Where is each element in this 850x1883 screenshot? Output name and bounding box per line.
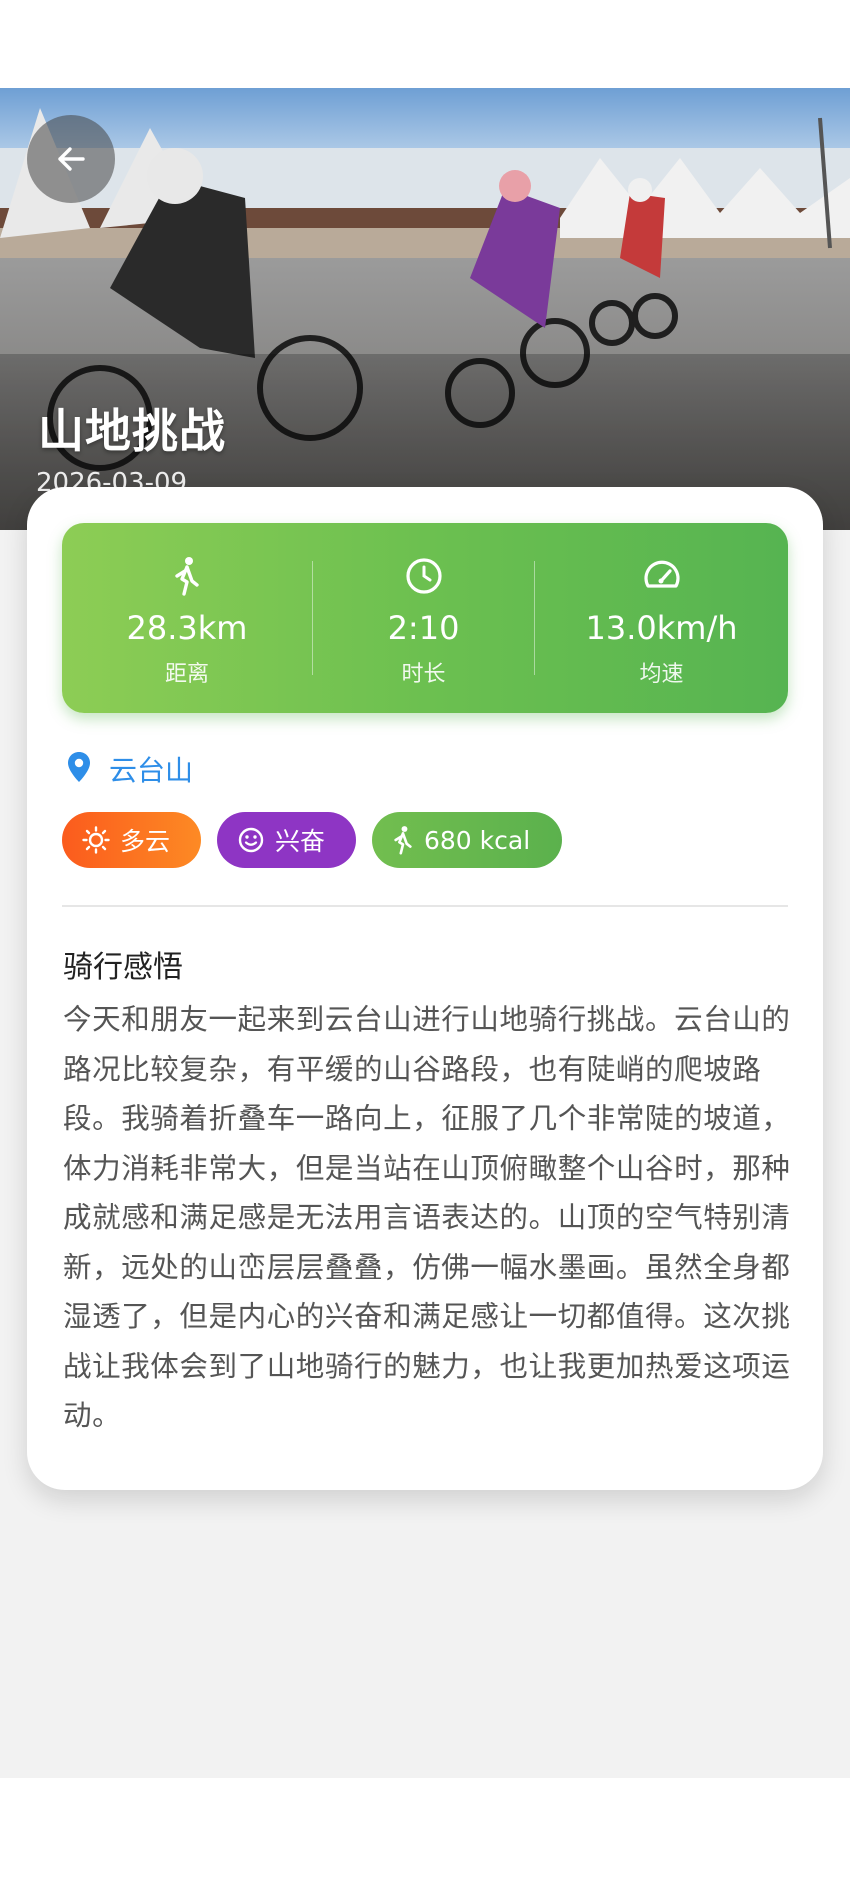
trip-location[interactable]: 云台山	[67, 749, 193, 789]
calories-tag: 680 kcal	[372, 812, 562, 868]
distance-label: 距离	[164, 662, 209, 687]
stats-panel: 28.3km 距离 2:10 时长 13.0km/h 均速	[62, 523, 788, 713]
cycling-photo	[0, 88, 850, 530]
duration-value: 2:10	[387, 609, 460, 647]
back-button[interactable]	[27, 115, 115, 203]
walking-icon	[392, 825, 414, 855]
trip-title: 山地挑战	[38, 404, 226, 458]
stat-duration: 2:10 时长	[313, 523, 534, 713]
walking-icon	[172, 556, 202, 600]
stat-distance: 28.3km 距离	[62, 523, 312, 713]
stat-speed: 13.0km/h 均速	[535, 523, 788, 713]
weather-tag: 多云	[62, 812, 201, 868]
calories-label: 680 kcal	[424, 825, 531, 855]
trip-detail-card: 28.3km 距离 2:10 时长 13.0km/h 均速 云台山 多云 兴奋 …	[27, 487, 823, 1490]
distance-value: 28.3km	[126, 609, 248, 647]
weather-label: 多云	[120, 827, 171, 856]
section-divider	[62, 905, 788, 907]
mood-tag: 兴奋	[217, 812, 356, 868]
navigation-bar	[0, 1778, 850, 1883]
duration-label: 时长	[401, 662, 446, 687]
speedometer-icon	[642, 556, 682, 600]
status-bar	[0, 0, 850, 88]
clock-icon	[404, 556, 444, 600]
reflection-title: 骑行感悟	[63, 950, 183, 985]
smile-icon	[237, 826, 265, 854]
location-name: 云台山	[109, 754, 194, 787]
speed-value: 13.0km/h	[585, 609, 738, 647]
reflection-text: 今天和朋友一起来到云台山进行山地骑行挑战。云台山的路况比较复杂，有平缓的山谷路段…	[63, 1003, 791, 1432]
sun-icon	[82, 826, 110, 854]
arrow-left-icon	[58, 147, 85, 171]
mood-label: 兴奋	[275, 827, 326, 856]
location-pin-icon	[67, 751, 91, 787]
hero-photo	[0, 88, 850, 530]
speed-label: 均速	[639, 662, 684, 687]
